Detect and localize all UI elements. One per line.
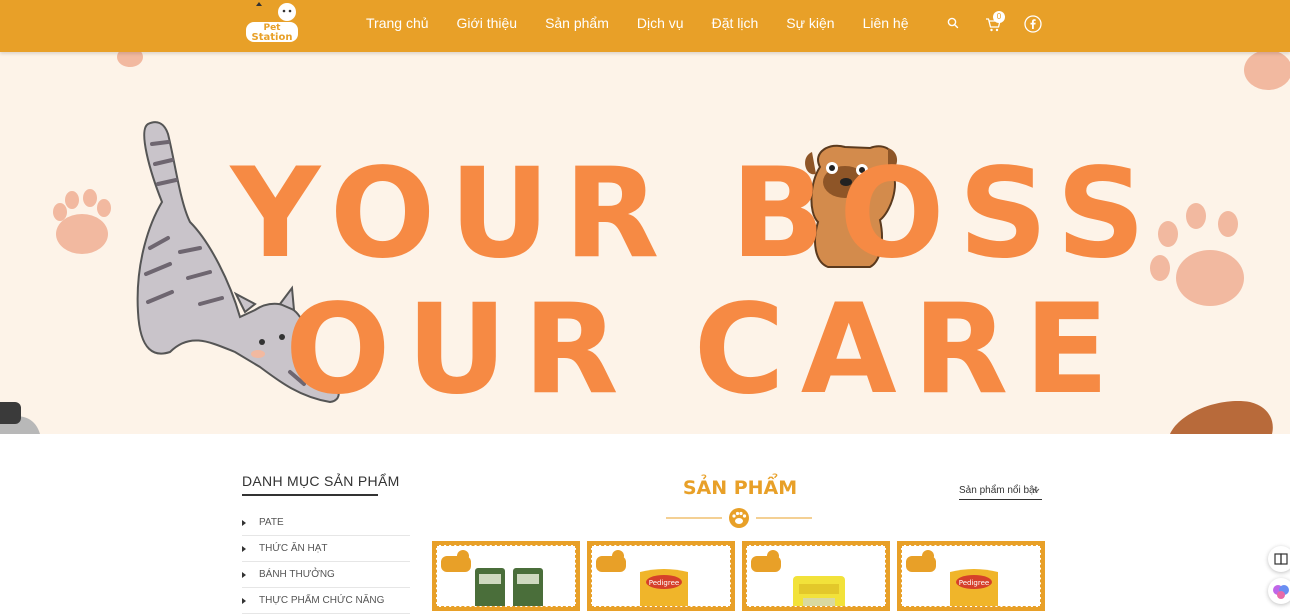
product-brand: Pedigree xyxy=(959,579,989,587)
products-section-title: SẢN PHẨM xyxy=(682,477,798,499)
pet-station-logo xyxy=(906,550,936,572)
caret-right-icon xyxy=(242,571,246,578)
product-image: Pedigree xyxy=(950,569,998,606)
caret-right-icon xyxy=(242,519,246,526)
nav-item-home[interactable]: Trang chủ xyxy=(366,15,429,31)
category-label: THỰC PHẨM CHỨC NĂNG xyxy=(259,595,385,606)
category-title: DANH MỤC SẢN PHẨM xyxy=(242,473,400,489)
product-card-inner: Pedigree xyxy=(901,545,1041,607)
product-card-inner xyxy=(746,545,886,607)
category-list: PATE THỨC ĂN HẠT BÁNH THƯỞNG THỰC PHẨM C… xyxy=(242,510,410,614)
book-icon xyxy=(1274,553,1288,565)
product-grid: Pedigree Pedigree xyxy=(432,541,1045,611)
caret-right-icon xyxy=(242,545,246,552)
product-image: Pedigree xyxy=(640,569,688,606)
hero-headline-line2: OUR CARE xyxy=(285,278,1125,422)
pet-station-logo xyxy=(441,550,471,572)
chevron-down-icon xyxy=(1033,488,1040,493)
nav-item-booking[interactable]: Đặt lịch xyxy=(712,15,759,31)
product-image xyxy=(793,576,845,606)
category-item-pate[interactable]: PATE xyxy=(242,510,410,536)
logo-text-bottom: Station xyxy=(252,32,293,43)
cart-count-badge: 0 xyxy=(993,11,1005,23)
product-brand: Pedigree xyxy=(649,579,679,587)
product-card[interactable] xyxy=(432,541,580,611)
product-card[interactable]: Pedigree xyxy=(587,541,735,611)
category-label: BÁNH THƯỞNG xyxy=(259,569,335,580)
pet-station-logo xyxy=(596,550,626,572)
sort-select[interactable]: Sản phẩm nổi bật xyxy=(959,485,1042,500)
product-card[interactable]: Pedigree xyxy=(897,541,1045,611)
brain-icon xyxy=(1273,585,1289,599)
category-title-underline xyxy=(242,494,378,496)
nav-item-services[interactable]: Dịch vụ xyxy=(637,15,684,31)
reader-mode-button[interactable] xyxy=(1268,546,1290,572)
nav-item-about[interactable]: Giới thiệu xyxy=(457,15,518,31)
category-label: THỨC ĂN HẠT xyxy=(259,543,328,554)
nav-item-products[interactable]: Sản phẩm xyxy=(545,15,609,31)
caret-right-icon xyxy=(242,597,246,604)
category-item-supplements[interactable]: THỰC PHẨM CHỨC NĂNG xyxy=(242,588,410,614)
nav-item-events[interactable]: Sự kiện xyxy=(786,15,834,31)
site-header: Pet Station Trang chủ Giới thiệu Sản phẩ… xyxy=(0,0,1290,52)
section-divider-paw xyxy=(666,508,812,528)
category-item-dry-food[interactable]: THỨC ĂN HẠT xyxy=(242,536,410,562)
product-image xyxy=(475,568,543,606)
facebook-icon[interactable] xyxy=(1024,15,1042,33)
pet-station-logo xyxy=(751,550,781,572)
category-item-treats[interactable]: BÁNH THƯỞNG xyxy=(242,562,410,588)
product-card-inner: Pedigree xyxy=(591,545,731,607)
search-icon[interactable] xyxy=(946,16,960,30)
accessibility-toggle[interactable] xyxy=(0,402,21,424)
main-nav: Trang chủ Giới thiệu Sản phẩm Dịch vụ Đặ… xyxy=(366,0,937,46)
product-card[interactable] xyxy=(742,541,890,611)
hero-headline-line1: YOUR BOSS xyxy=(230,142,1160,286)
sort-select-value: Sản phẩm nổi bật xyxy=(959,485,1038,496)
category-label: PATE xyxy=(259,517,284,528)
hero-banner[interactable]: YOUR BOSS OUR CARE xyxy=(0,52,1290,434)
product-card-inner xyxy=(436,545,576,607)
nav-item-contact[interactable]: Liên hệ xyxy=(863,15,909,31)
assistant-button[interactable] xyxy=(1268,578,1290,604)
pet-station-logo[interactable]: Pet Station xyxy=(242,0,300,46)
